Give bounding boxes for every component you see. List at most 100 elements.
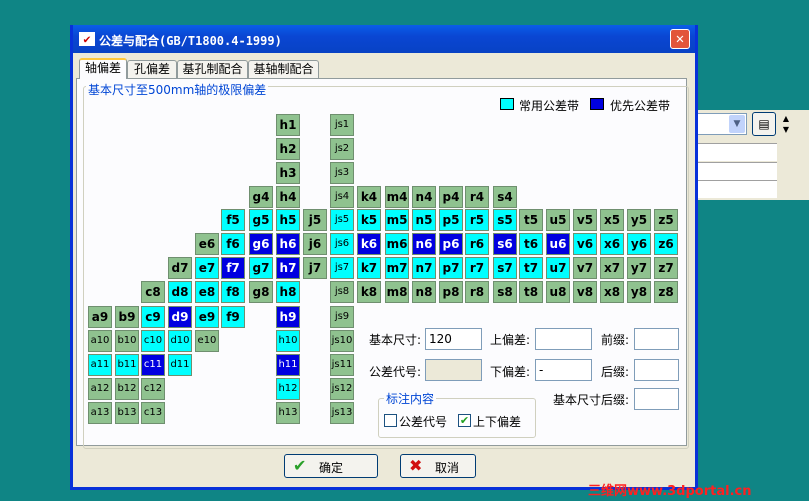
tolerance-cell-p7[interactable]: p7 <box>439 257 463 279</box>
tolerance-cell-js2[interactable]: js2 <box>330 138 354 160</box>
tolerance-cell-b12[interactable]: b12 <box>115 378 139 400</box>
tolerance-cell-f5[interactable]: f5 <box>221 209 245 231</box>
show-code-checkbox[interactable] <box>384 414 397 427</box>
tolerance-cell-n6[interactable]: n6 <box>412 233 436 255</box>
tolerance-cell-d9[interactable]: d9 <box>168 306 192 328</box>
tolerance-cell-d7[interactable]: d7 <box>168 257 192 279</box>
tolerance-cell-k7[interactable]: k7 <box>357 257 381 279</box>
tolerance-cell-js4[interactable]: js4 <box>330 186 354 208</box>
tolerance-cell-h1[interactable]: h1 <box>276 114 300 136</box>
tolerance-cell-r4[interactable]: r4 <box>465 186 489 208</box>
tolerance-cell-js12[interactable]: js12 <box>330 378 354 400</box>
tolerance-cell-b13[interactable]: b13 <box>115 402 139 424</box>
lower-deviation-input[interactable]: - <box>535 359 592 381</box>
tolerance-cell-y7[interactable]: y7 <box>627 257 651 279</box>
tolerance-cell-u8[interactable]: u8 <box>546 281 570 303</box>
tolerance-cell-t6[interactable]: t6 <box>519 233 543 255</box>
tolerance-cell-f6[interactable]: f6 <box>221 233 245 255</box>
tolerance-cell-js6[interactable]: js6 <box>330 233 354 255</box>
tolerance-cell-k8[interactable]: k8 <box>357 281 381 303</box>
tolerance-cell-js13[interactable]: js13 <box>330 402 354 424</box>
tolerance-cell-m4[interactable]: m4 <box>385 186 409 208</box>
close-button[interactable]: ✕ <box>670 29 690 49</box>
tolerance-cell-g4[interactable]: g4 <box>249 186 273 208</box>
tab-hole-deviation[interactable]: 孔偏差 <box>127 60 177 78</box>
tolerance-cell-z6[interactable]: z6 <box>654 233 678 255</box>
suffix-input[interactable] <box>634 359 679 381</box>
tolerance-cell-g7[interactable]: g7 <box>249 257 273 279</box>
tolerance-cell-u7[interactable]: u7 <box>546 257 570 279</box>
tolerance-cell-js1[interactable]: js1 <box>330 114 354 136</box>
tolerance-cell-b11[interactable]: b11 <box>115 354 139 376</box>
tolerance-cell-v6[interactable]: v6 <box>573 233 597 255</box>
tolerance-cell-h5[interactable]: h5 <box>276 209 300 231</box>
tolerance-cell-t8[interactable]: t8 <box>519 281 543 303</box>
tolerance-cell-s7[interactable]: s7 <box>493 257 517 279</box>
tolerance-cell-p5[interactable]: p5 <box>439 209 463 231</box>
tolerance-cell-n4[interactable]: n4 <box>412 186 436 208</box>
tolerance-cell-g6[interactable]: g6 <box>249 233 273 255</box>
tolerance-cell-f7[interactable]: f7 <box>221 257 245 279</box>
tolerance-cell-k4[interactable]: k4 <box>357 186 381 208</box>
tolerance-cell-a9[interactable]: a9 <box>88 306 112 328</box>
tolerance-cell-y5[interactable]: y5 <box>627 209 651 231</box>
tolerance-cell-m6[interactable]: m6 <box>385 233 409 255</box>
tolerance-cell-k6[interactable]: k6 <box>357 233 381 255</box>
tolerance-cell-j6[interactable]: j6 <box>303 233 327 255</box>
tolerance-cell-v7[interactable]: v7 <box>573 257 597 279</box>
tolerance-cell-u5[interactable]: u5 <box>546 209 570 231</box>
tab-shaft-deviation[interactable]: 轴偏差 <box>79 58 127 79</box>
tolerance-cell-e8[interactable]: e8 <box>195 281 219 303</box>
chevron-down-icon[interactable]: ▼ <box>729 115 745 133</box>
upper-deviation-input[interactable] <box>535 328 592 350</box>
tolerance-cell-t7[interactable]: t7 <box>519 257 543 279</box>
tolerance-cell-h3[interactable]: h3 <box>276 162 300 184</box>
tolerance-cell-js10[interactable]: js10 <box>330 330 354 352</box>
tolerance-cell-v8[interactable]: v8 <box>573 281 597 303</box>
tolerance-cell-c13[interactable]: c13 <box>141 402 165 424</box>
background-combo[interactable]: ▼ <box>697 113 747 135</box>
tolerance-cell-n8[interactable]: n8 <box>412 281 436 303</box>
tolerance-cell-n7[interactable]: n7 <box>412 257 436 279</box>
tolerance-cell-p6[interactable]: p6 <box>439 233 463 255</box>
tolerance-cell-js11[interactable]: js11 <box>330 354 354 376</box>
tolerance-cell-j5[interactable]: j5 <box>303 209 327 231</box>
tolerance-cell-f9[interactable]: f9 <box>221 306 245 328</box>
tolerance-cell-r7[interactable]: r7 <box>465 257 489 279</box>
tolerance-cell-y6[interactable]: y6 <box>627 233 651 255</box>
tolerance-cell-js7[interactable]: js7 <box>330 257 354 279</box>
basic-size-input[interactable]: 120 <box>425 328 482 350</box>
tolerance-cell-h6[interactable]: h6 <box>276 233 300 255</box>
tolerance-cell-h11[interactable]: h11 <box>276 354 300 376</box>
tolerance-cell-r8[interactable]: r8 <box>465 281 489 303</box>
background-properties-button[interactable]: ▤ <box>752 112 776 136</box>
tolerance-cell-e9[interactable]: e9 <box>195 306 219 328</box>
tolerance-cell-y8[interactable]: y8 <box>627 281 651 303</box>
tolerance-cell-x5[interactable]: x5 <box>600 209 624 231</box>
tolerance-cell-t5[interactable]: t5 <box>519 209 543 231</box>
tolerance-cell-h10[interactable]: h10 <box>276 330 300 352</box>
tolerance-cell-m7[interactable]: m7 <box>385 257 409 279</box>
tolerance-cell-c12[interactable]: c12 <box>141 378 165 400</box>
size-suffix-input[interactable] <box>634 388 679 410</box>
tolerance-cell-c10[interactable]: c10 <box>141 330 165 352</box>
tolerance-cell-h8[interactable]: h8 <box>276 281 300 303</box>
tolerance-cell-v5[interactable]: v5 <box>573 209 597 231</box>
show-deviation-checkbox[interactable]: ✔ <box>458 414 471 427</box>
tolerance-cell-s8[interactable]: s8 <box>493 281 517 303</box>
tolerance-cell-a11[interactable]: a11 <box>88 354 112 376</box>
tolerance-cell-m5[interactable]: m5 <box>385 209 409 231</box>
tolerance-cell-c11[interactable]: c11 <box>141 354 165 376</box>
tolerance-cell-js5[interactable]: js5 <box>330 209 354 231</box>
tolerance-cell-e6[interactable]: e6 <box>195 233 219 255</box>
tolerance-cell-z8[interactable]: z8 <box>654 281 678 303</box>
background-scroll-arrows[interactable]: ▲ ▼ <box>779 113 793 135</box>
tolerance-cell-m8[interactable]: m8 <box>385 281 409 303</box>
tolerance-cell-n5[interactable]: n5 <box>412 209 436 231</box>
tolerance-cell-h13[interactable]: h13 <box>276 402 300 424</box>
tolerance-cell-e7[interactable]: e7 <box>195 257 219 279</box>
tolerance-cell-c9[interactable]: c9 <box>141 306 165 328</box>
tolerance-cell-z5[interactable]: z5 <box>654 209 678 231</box>
tolerance-cell-p4[interactable]: p4 <box>439 186 463 208</box>
tolerance-cell-h4[interactable]: h4 <box>276 186 300 208</box>
